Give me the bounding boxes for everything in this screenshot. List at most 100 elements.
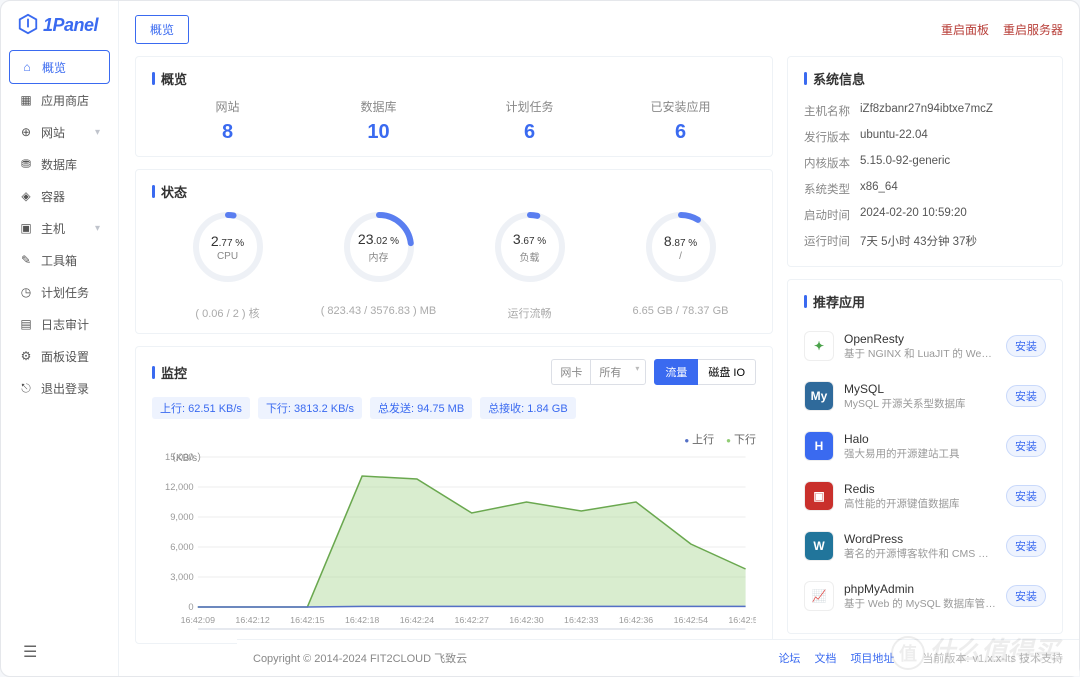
svg-text:16:42:54: 16:42:54 bbox=[674, 615, 709, 625]
install-button-1[interactable]: 安装 bbox=[1006, 385, 1046, 407]
svg-text:16:42:30: 16:42:30 bbox=[509, 615, 544, 625]
sidebar-item-2[interactable]: ⊕ 网站 ▾ bbox=[9, 116, 110, 148]
svg-text:16:42:27: 16:42:27 bbox=[455, 615, 490, 625]
overview-item-2[interactable]: 计划任务6 bbox=[454, 98, 605, 144]
svg-text:16:42:33: 16:42:33 bbox=[564, 615, 599, 625]
sidebar-item-0[interactable]: ⌂概览 bbox=[9, 50, 110, 84]
footer-forum-link[interactable]: 论坛 bbox=[778, 650, 800, 666]
app-icon: W bbox=[804, 531, 834, 561]
svg-text:16:42:15: 16:42:15 bbox=[290, 615, 325, 625]
nic-value[interactable]: 所有 bbox=[590, 359, 646, 385]
sidebar-item-1[interactable]: ▦应用商店 bbox=[9, 84, 110, 116]
tool-icon: ✎ bbox=[19, 253, 33, 267]
task-icon: ◷ bbox=[19, 285, 33, 299]
svg-text:6,000: 6,000 bbox=[170, 542, 193, 552]
chevron-down-icon: ▾ bbox=[95, 127, 100, 138]
traffic-tab[interactable]: 流量 bbox=[654, 359, 698, 385]
sidebar-item-9[interactable]: ⚙面板设置 bbox=[9, 340, 110, 372]
main-area: 概览 重启面板 重启服务器 概览 网站8数据库10计划任务6已安装应用6 状态 … bbox=[119, 1, 1079, 676]
monitor-tag-2: 总发送: 94.75 MB bbox=[370, 397, 472, 419]
svg-text:16:42:57: 16:42:57 bbox=[728, 615, 756, 625]
topbar: 概览 重启面板 重启服务器 bbox=[135, 15, 1063, 44]
legend-down: 下行 bbox=[726, 431, 756, 447]
install-button-5[interactable]: 安装 bbox=[1006, 585, 1046, 607]
sidebar-label: 主机 bbox=[41, 220, 65, 237]
sidebar-item-10[interactable]: ⎋退出登录 bbox=[9, 372, 110, 404]
app-row-0: ✦ OpenResty基于 NGINX 和 LuaJIT 的 Web 平台 安装 bbox=[804, 321, 1046, 371]
svg-text:9,000: 9,000 bbox=[170, 512, 193, 522]
svg-text:16:42:18: 16:42:18 bbox=[345, 615, 380, 625]
restart-server-link[interactable]: 重启服务器 bbox=[1003, 21, 1063, 38]
diskio-tab[interactable]: 磁盘 IO bbox=[698, 359, 756, 385]
sidebar-item-6[interactable]: ✎ 工具箱 bbox=[9, 244, 110, 276]
hamburger-icon[interactable]: ☰ bbox=[23, 642, 37, 662]
brand-text: 1Panel bbox=[43, 15, 98, 36]
app-icon: H bbox=[804, 431, 834, 461]
overview-item-3[interactable]: 已安装应用6 bbox=[605, 98, 756, 144]
monitor-card: 监控 网卡 所有 流量 磁盘 IO 上行: 62.51 K bbox=[135, 346, 773, 644]
log-icon: ▤ bbox=[19, 317, 33, 331]
sysinfo-card: 系统信息 主机名称iZf8zbanr27n94ibtxe7mcZ发行版本ubun… bbox=[787, 56, 1063, 267]
sidebar-label: 网站 bbox=[41, 124, 65, 141]
status-item-0: 2.77 %CPU ( 0.06 / 2 ) 核 bbox=[152, 211, 303, 321]
grid-icon: ▦ bbox=[19, 93, 33, 107]
apps-title: 推荐应用 bbox=[804, 292, 1046, 311]
install-button-4[interactable]: 安装 bbox=[1006, 535, 1046, 557]
overview-item-1[interactable]: 数据库10 bbox=[303, 98, 454, 144]
monitor-tag-3: 总接收: 1.84 GB bbox=[480, 397, 575, 419]
logo: 1Panel bbox=[1, 13, 118, 50]
gear-icon: ⚙ bbox=[19, 349, 33, 363]
sidebar-item-5[interactable]: ▣主机▾ bbox=[9, 212, 110, 244]
sidebar: 1Panel ⌂概览▦应用商店⊕网站▾⛃数据库◈容器▣主机▾✎工具箱◷计划任务▤… bbox=[1, 1, 119, 676]
sys-row-0: 主机名称iZf8zbanr27n94ibtxe7mcZ bbox=[804, 98, 1046, 124]
sidebar-item-3[interactable]: ⛃ 数据库 bbox=[9, 148, 110, 180]
overview-tab[interactable]: 概览 bbox=[135, 15, 189, 44]
docker-icon: ◈ bbox=[19, 189, 33, 203]
app-icon: 📈 bbox=[804, 581, 834, 611]
overview-card: 概览 网站8数据库10计划任务6已安装应用6 bbox=[135, 56, 773, 157]
svg-text:16:42:09: 16:42:09 bbox=[181, 615, 216, 625]
restart-panel-link[interactable]: 重启面板 bbox=[941, 21, 989, 38]
sys-row-5: 运行时间7天 5小时 43分钟 37秒 bbox=[804, 228, 1046, 254]
nic-label: 网卡 bbox=[551, 359, 590, 385]
monitor-tag-1: 下行: 3813.2 KB/s bbox=[258, 397, 362, 419]
sidebar-label: 容器 bbox=[41, 188, 65, 205]
sys-row-1: 发行版本ubuntu-22.04 bbox=[804, 124, 1046, 150]
sidebar-label: 数据库 bbox=[41, 156, 77, 173]
sidebar-item-8[interactable]: ▤ 日志审计 bbox=[9, 308, 110, 340]
app-row-2: H Halo强大易用的开源建站工具 安装 bbox=[804, 421, 1046, 471]
status-title: 状态 bbox=[152, 182, 756, 201]
sys-row-3: 系统类型x86_64 bbox=[804, 176, 1046, 202]
install-button-0[interactable]: 安装 bbox=[1006, 335, 1046, 357]
sidebar-item-4[interactable]: ◈ 容器 bbox=[9, 180, 110, 212]
logo-icon bbox=[17, 13, 39, 38]
sidebar-item-7[interactable]: ◷ 计划任务 bbox=[9, 276, 110, 308]
footer-version: 当前版本: v1.x.x-lts 技术支持 bbox=[922, 650, 1063, 666]
app-row-1: My MySQLMySQL 开源关系型数据库 安装 bbox=[804, 371, 1046, 421]
sidebar-label: 日志审计 bbox=[41, 316, 89, 333]
footer-docs-link[interactable]: 文档 bbox=[814, 650, 836, 666]
apps-card: 推荐应用 ✦ OpenResty基于 NGINX 和 LuaJIT 的 Web … bbox=[787, 279, 1063, 634]
status-card: 状态 2.77 %CPU ( 0.06 / 2 ) 核 23.02 %内存 ( … bbox=[135, 169, 773, 334]
traffic-chart: （KB/s） 03,0006,0009,00012,00015,00016:42… bbox=[152, 451, 756, 631]
app-icon: ▣ bbox=[804, 481, 834, 511]
app-row-3: ▣ Redis高性能的开源键值数据库 安装 bbox=[804, 471, 1046, 521]
nic-select[interactable]: 网卡 所有 bbox=[551, 359, 646, 385]
legend-up: 上行 bbox=[684, 431, 714, 447]
svg-text:16:42:12: 16:42:12 bbox=[235, 615, 270, 625]
footer-project-link[interactable]: 项目地址 bbox=[850, 650, 894, 666]
db-icon: ⛃ bbox=[19, 157, 33, 171]
sidebar-label: 计划任务 bbox=[41, 284, 89, 301]
y-axis-unit: （KB/s） bbox=[166, 449, 207, 464]
svg-text:16:42:36: 16:42:36 bbox=[619, 615, 654, 625]
overview-item-0[interactable]: 网站8 bbox=[152, 98, 303, 144]
sidebar-label: 工具箱 bbox=[41, 252, 77, 269]
globe-icon: ⊕ bbox=[19, 125, 33, 139]
monitor-tag-0: 上行: 62.51 KB/s bbox=[152, 397, 250, 419]
app-icon: ✦ bbox=[804, 331, 834, 361]
host-icon: ▣ bbox=[19, 221, 33, 235]
sys-row-2: 内核版本5.15.0-92-generic bbox=[804, 150, 1046, 176]
install-button-2[interactable]: 安装 bbox=[1006, 435, 1046, 457]
sysinfo-title: 系统信息 bbox=[804, 69, 1046, 88]
install-button-3[interactable]: 安装 bbox=[1006, 485, 1046, 507]
